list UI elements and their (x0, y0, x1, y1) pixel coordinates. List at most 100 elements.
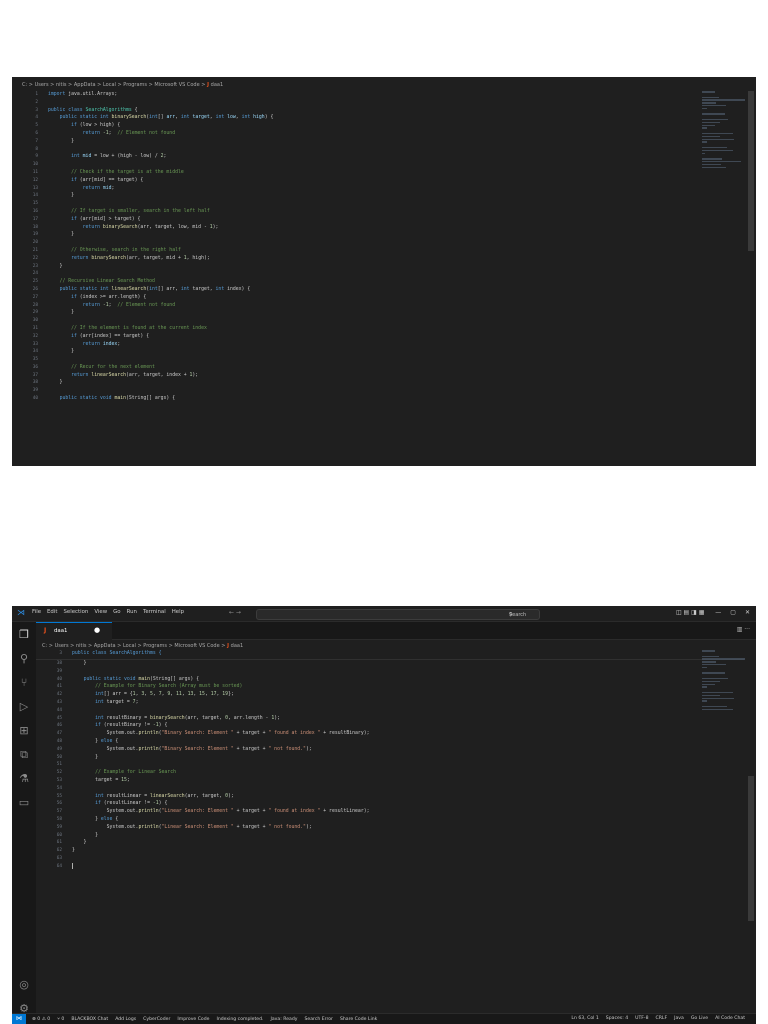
nav-arrows[interactable]: ← → (229, 609, 241, 616)
chat-icon[interactable]: ▭ (17, 796, 31, 810)
vertical-scrollbar[interactable] (748, 776, 754, 921)
code-token: else (100, 816, 116, 822)
menu-item-edit[interactable]: Edit (47, 609, 57, 615)
code-line: } (48, 231, 273, 239)
status-item[interactable]: Indexing completed. (216, 1017, 263, 1022)
editor-actions[interactable]: ▥ ··· (737, 626, 750, 633)
breadcrumb-item[interactable]: Microsoft VS Code (154, 82, 199, 88)
code-token: + target + (233, 809, 269, 815)
minimap-line (702, 146, 728, 149)
status-item[interactable]: Search Error (305, 1017, 333, 1022)
layout-toggle-icons[interactable]: ◫ ▤ ◨ ▦ (676, 609, 704, 616)
line-number: 39 (56, 668, 62, 674)
code-token: public static int (59, 115, 112, 121)
code-line: return mid; (48, 185, 273, 193)
code-token: if (71, 177, 80, 183)
code-text[interactable]: } public static void main(String[] args)… (72, 660, 370, 871)
status-item[interactable]: Java: Ready (271, 1017, 298, 1022)
code-text[interactable]: import java.util.Arrays; public class Sea… (48, 91, 273, 403)
close-icon[interactable]: ✕ (745, 609, 750, 616)
command-center-search[interactable]: ⚲ Search (256, 609, 540, 620)
code-token: return (71, 372, 92, 378)
status-item[interactable]: Improve Code (177, 1017, 209, 1022)
status-item[interactable]: CRLF (656, 1016, 668, 1021)
breadcrumb-item[interactable]: Users (35, 82, 49, 88)
menu-item-terminal[interactable]: Terminal (143, 609, 166, 615)
minimap-line (702, 683, 715, 686)
maximize-icon[interactable]: ▢ (730, 609, 736, 616)
status-item[interactable]: ⑂ 0 (57, 1017, 64, 1022)
line-number: 31 (32, 325, 38, 331)
code-token: } (48, 263, 63, 269)
extensions-icon[interactable]: ⊞ (17, 724, 31, 738)
code-token: ); (212, 224, 219, 230)
code-token: binarySearch (91, 255, 126, 261)
source-control-icon[interactable]: ⑂ (17, 676, 31, 690)
menu-item-selection[interactable]: Selection (63, 609, 88, 615)
breadcrumb-item[interactable]: Programs (123, 82, 147, 88)
code-token: main (114, 396, 126, 402)
search-icon[interactable]: ⚲ (17, 652, 31, 666)
line-number: 42 (56, 692, 62, 698)
status-item[interactable]: Share Code Link (340, 1017, 377, 1022)
remote-explorer-icon[interactable]: ⧉ (17, 748, 31, 762)
explorer-icon[interactable]: ❐ (17, 628, 31, 642)
code-token: // Check if the target is at the middle (71, 169, 184, 175)
status-item[interactable]: AI Code Chat (715, 1016, 745, 1021)
menu-item-view[interactable]: View (94, 609, 107, 615)
code-editor[interactable]: 1 2 3 4 5 6 7 8 9 10 11 12 13 14 15 16 17 18 19 20 21 22 23 24 2… (12, 91, 744, 466)
breadcrumb-item[interactable]: AppData (74, 82, 96, 88)
code-line: return -1; // Element not found (48, 130, 273, 138)
code-line: } (48, 348, 273, 356)
breadcrumb-item[interactable]: nitis (56, 82, 67, 88)
breadcrumb-item[interactable]: Local (103, 82, 116, 88)
line-number: 56 (56, 801, 62, 807)
breadcrumb[interactable]: C: > Users > nitis > AppData > Local > P… (22, 82, 223, 88)
minimize-icon[interactable]: — (715, 609, 721, 616)
status-item[interactable]: CyberCoder (143, 1017, 170, 1022)
code-token: // Recur for the next element (71, 364, 155, 370)
code-editor[interactable]: 38 39 40 41 42 43 44 45 46 47 48 49 50 51 52 53 54 55 56 57… (36, 660, 744, 1000)
minimap[interactable] (702, 650, 750, 712)
vertical-scrollbar[interactable] (748, 91, 754, 251)
minimap-line (702, 91, 716, 93)
status-item[interactable]: Add Logs (115, 1017, 136, 1022)
menu-item-run[interactable]: Run (127, 609, 137, 615)
account-icon[interactable]: ◎ (17, 978, 31, 992)
code-token: = low + (high - low) / (91, 154, 161, 160)
remote-indicator-icon[interactable]: ⋈ (12, 1014, 26, 1024)
breadcrumb-item[interactable]: daa1 (211, 82, 223, 88)
menu-item-help[interactable]: Help (172, 609, 184, 615)
minimap[interactable] (702, 91, 750, 169)
status-item[interactable]: Go Live (691, 1016, 708, 1021)
testing-icon[interactable]: ⚗ (17, 772, 31, 786)
status-item[interactable]: Java (674, 1016, 684, 1021)
status-item[interactable]: ⊗ 0 ⚠ 0 (32, 1017, 50, 1022)
tab-daa1[interactable]: J daa1 ● (36, 622, 112, 640)
status-item[interactable]: UTF-8 (635, 1016, 648, 1021)
status-left: ⊗ 0 ⚠ 0 ⑂ 0 BLACKBOX Chat Add Logs CyberCode… (32, 1016, 384, 1022)
code-token: public static void (83, 676, 139, 682)
minimap-line (702, 152, 705, 155)
sticky-scroll[interactable]: 3 public class SearchAlgorithms { (36, 649, 744, 660)
code-token: resultLinear = (106, 793, 150, 799)
line-number: 48 (56, 738, 62, 744)
status-item[interactable]: BLACKBOX Chat (71, 1017, 108, 1022)
menu-item-file[interactable]: File (32, 609, 41, 615)
code-token: (arr, target, mid + (125, 255, 184, 261)
line-number: 30 (32, 318, 38, 324)
run-debug-icon[interactable]: ▷ (17, 700, 31, 714)
code-line: } (48, 192, 273, 200)
menu-item-go[interactable]: Go (113, 609, 120, 615)
sticky-line-number: 3 (59, 651, 62, 656)
unsaved-dot-icon[interactable]: ● (94, 626, 100, 634)
status-item[interactable]: Spaces: 4 (606, 1016, 628, 1021)
status-item[interactable]: Ln 63, Col 1 (571, 1016, 598, 1021)
code-token: target = (95, 777, 122, 783)
code-token: int (149, 115, 158, 121)
